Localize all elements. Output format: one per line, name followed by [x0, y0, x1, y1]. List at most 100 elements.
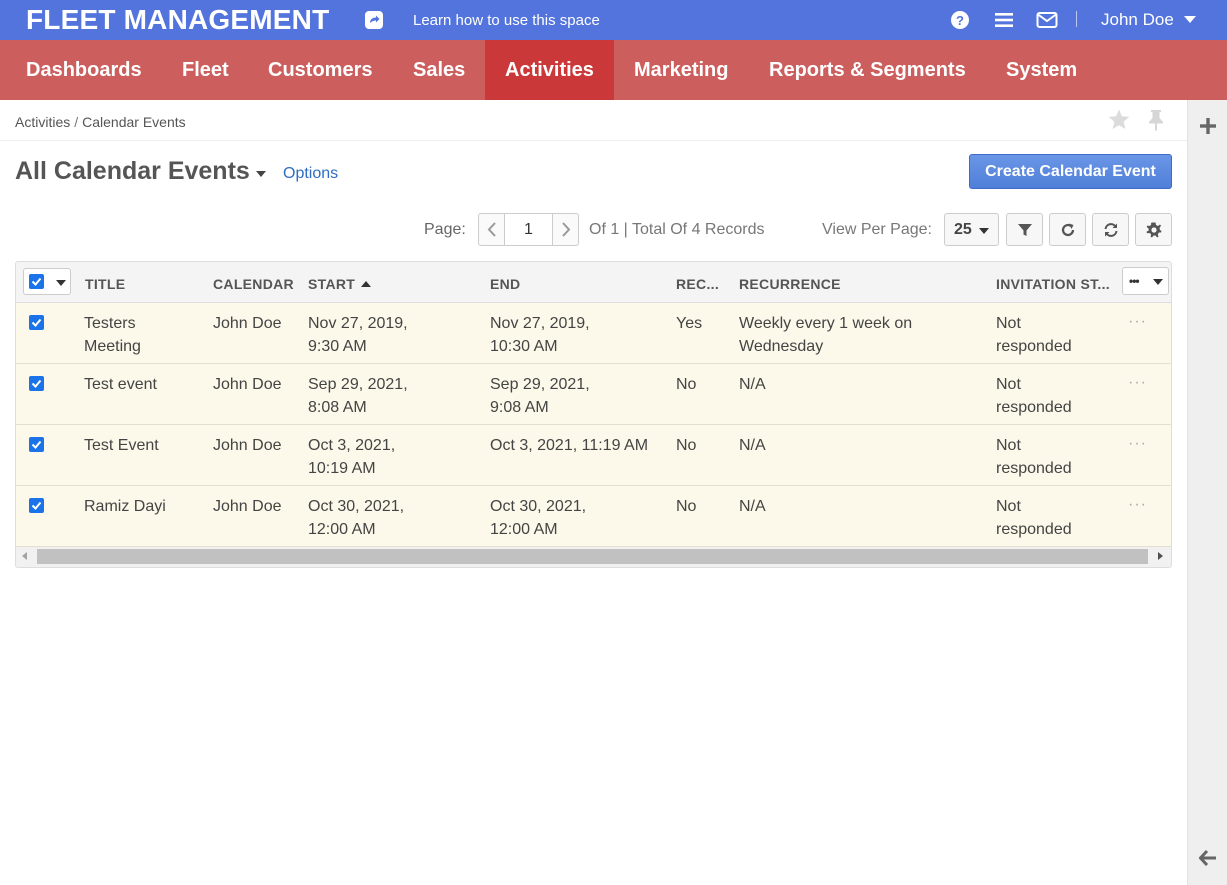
checkmark-icon [31, 318, 42, 327]
nav-item-system[interactable]: System [986, 40, 1096, 100]
refresh-button[interactable] [1049, 213, 1086, 246]
cell-end: Oct 3, 2021, 11:19 AM [490, 437, 649, 454]
view-per-page-label: View Per Page: [822, 221, 932, 238]
select-all-checkbox[interactable] [29, 274, 44, 289]
checkmark-icon [31, 277, 42, 286]
breadcrumb-item-activities[interactable]: Activities [15, 114, 70, 130]
nav-item-fleet[interactable]: Fleet [162, 40, 248, 100]
horizontal-scrollbar[interactable] [16, 547, 1171, 567]
page-label: Page: [424, 221, 466, 238]
calendar-events-grid: TITLE CALENDAR START END REC... RECURREN… [15, 261, 1172, 568]
column-header-calendar[interactable]: CALENDAR [213, 276, 294, 292]
menu-icon[interactable] [994, 10, 1014, 30]
plus-icon[interactable] [1200, 118, 1216, 134]
pin-icon[interactable] [1146, 108, 1166, 132]
cell-recurring: Yes [676, 315, 703, 332]
nav-item-customers[interactable]: Customers [248, 40, 393, 100]
cell-title: Ramiz Dayi [84, 498, 166, 515]
grid-settings-button[interactable] [1135, 213, 1172, 246]
mass-select-button[interactable] [23, 268, 71, 295]
cell-end: Oct 30, 2021, 12:00 AM [490, 498, 587, 538]
scrollbar-thumb[interactable] [37, 549, 1148, 564]
row-actions-menu[interactable]: ··· [1128, 374, 1147, 392]
table-row[interactable]: Testers Meeting John Doe Nov 27, 2019, 9… [16, 303, 1171, 364]
table-row[interactable]: Test event John Doe Sep 29, 2021, 8:08 A… [16, 364, 1171, 425]
page-title[interactable]: All Calendar Events [15, 157, 250, 186]
caret-down-icon [979, 228, 989, 234]
sync-icon [1104, 223, 1118, 237]
column-header-start[interactable]: START [308, 276, 372, 292]
column-header-invitation-status[interactable]: INVITATION ST... [996, 276, 1110, 292]
caret-down-icon[interactable] [1184, 16, 1196, 23]
cell-calendar: John Doe [213, 437, 282, 454]
row-checkbox[interactable] [29, 498, 44, 513]
user-menu[interactable]: John Doe [1101, 10, 1174, 30]
caret-down-icon[interactable] [256, 171, 266, 177]
cell-recurrence: N/A [739, 437, 766, 454]
cell-end: Sep 29, 2021, 9:08 AM [490, 376, 590, 416]
filter-button[interactable] [1006, 213, 1043, 246]
cell-title: Testers Meeting [84, 315, 141, 355]
nav-item-reports-segments[interactable]: Reports & Segments [749, 40, 986, 100]
cell-invitation-status: Not responded [996, 437, 1072, 477]
mail-icon[interactable] [1036, 10, 1058, 30]
records-info: Of 1 | Total Of 4 Records [589, 221, 765, 238]
row-checkbox[interactable] [29, 437, 44, 452]
column-header-start-label: START [308, 276, 356, 292]
nav-item-dashboards[interactable]: Dashboards [0, 40, 162, 100]
column-manager-button[interactable]: ••• [1122, 267, 1169, 295]
cell-recurring: No [676, 376, 697, 393]
help-icon[interactable]: ? [950, 10, 970, 30]
create-calendar-event-button[interactable]: Create Calendar Event [969, 154, 1172, 189]
table-row[interactable]: Test Event John Doe Oct 3, 2021, 10:19 A… [16, 425, 1171, 486]
cell-calendar: John Doe [213, 315, 282, 332]
ellipsis-icon: ••• [1129, 274, 1140, 288]
page-number-input[interactable] [505, 214, 552, 245]
options-link[interactable]: Options [283, 165, 338, 183]
filter-icon [1018, 224, 1032, 236]
row-checkbox[interactable] [29, 315, 44, 330]
chevron-right-icon[interactable] [552, 214, 578, 245]
checkmark-icon [31, 501, 42, 510]
table-row[interactable]: Ramiz Dayi John Doe Oct 30, 2021, 12:00 … [16, 486, 1171, 547]
row-checkbox[interactable] [29, 376, 44, 391]
cell-start: Nov 27, 2019, 9:30 AM [308, 315, 408, 355]
cell-invitation-status: Not responded [996, 376, 1072, 416]
cell-end: Nov 27, 2019, 10:30 AM [490, 315, 590, 355]
breadcrumb-separator: / [74, 114, 79, 130]
breadcrumb-item-calendar-events: Calendar Events [82, 114, 186, 130]
top-bar: FLEET MANAGEMENT Learn how to use this s… [0, 0, 1227, 40]
column-header-recurrence[interactable]: RECURRENCE [739, 276, 841, 292]
scroll-right-arrow-icon[interactable] [1158, 552, 1163, 560]
cell-recurrence: N/A [739, 498, 766, 515]
nav-item-marketing[interactable]: Marketing [614, 40, 749, 100]
breadcrumb-bar: Activities / Calendar Events [0, 100, 1187, 141]
column-header-recurring[interactable]: REC... [676, 276, 719, 292]
row-actions-menu[interactable]: ··· [1128, 313, 1147, 331]
favorite-star-icon[interactable] [1107, 108, 1131, 132]
caret-down-icon [1153, 279, 1163, 285]
row-actions-menu[interactable]: ··· [1128, 435, 1147, 453]
nav-item-activities[interactable]: Activities [485, 40, 614, 100]
learn-link[interactable]: Learn how to use this space [413, 12, 600, 29]
column-header-title[interactable]: TITLE [85, 276, 125, 292]
checkmark-icon [31, 440, 42, 449]
refresh-icon [1061, 223, 1075, 237]
column-header-end[interactable]: END [490, 276, 520, 292]
sort-ascending-icon [361, 281, 372, 287]
cell-calendar: John Doe [213, 498, 282, 515]
grid-header: TITLE CALENDAR START END REC... RECURREN… [16, 262, 1171, 303]
chevron-left-icon[interactable] [479, 214, 505, 245]
breadcrumb: Activities / Calendar Events [15, 114, 186, 130]
scroll-left-arrow-icon[interactable] [22, 552, 27, 560]
pager [478, 213, 579, 246]
view-per-page-select[interactable]: 25 [944, 213, 999, 246]
row-actions-menu[interactable]: ··· [1128, 496, 1147, 514]
gear-icon [1146, 222, 1162, 238]
cell-start: Sep 29, 2021, 8:08 AM [308, 376, 408, 416]
arrow-left-icon[interactable] [1198, 849, 1217, 867]
share-icon[interactable] [365, 11, 383, 29]
nav-item-sales[interactable]: Sales [393, 40, 485, 100]
app-brand[interactable]: FLEET MANAGEMENT [26, 4, 329, 36]
reset-button[interactable] [1092, 213, 1129, 246]
